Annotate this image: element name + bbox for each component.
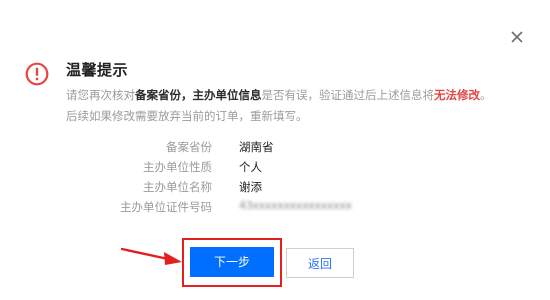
description-line-1: 请您再次核对备案省份，主办单位信息是否有误，验证通过后上述信息将无法修改。 bbox=[66, 85, 536, 106]
dialog-title: 温馨提示 bbox=[66, 61, 129, 79]
desc-strong-org: 主办单位信息 bbox=[192, 88, 262, 102]
info-value: 湖南省 bbox=[239, 140, 274, 154]
annotation-arrow-icon bbox=[120, 247, 182, 265]
desc-strong-province: 备案省份 bbox=[135, 88, 181, 102]
desc-text: 是否有误，验证通过后上述信息将 bbox=[261, 88, 435, 102]
description-line-2: 后续如果修改需要放弃当前的订单，重新填写。 bbox=[66, 109, 308, 123]
exclamation-circle-icon bbox=[25, 62, 49, 86]
annotation-highlight-box bbox=[182, 238, 282, 287]
close-button[interactable] bbox=[509, 29, 525, 45]
desc-text: 请您再次核对 bbox=[66, 88, 135, 102]
info-row-org-type: 主办单位性质 个人 bbox=[0, 159, 550, 178]
desc-comma: ， bbox=[181, 88, 193, 102]
dialog-description: 请您再次核对备案省份，主办单位信息是否有误，验证通过后上述信息将无法修改。 后续… bbox=[66, 85, 536, 127]
close-icon[interactable] bbox=[509, 29, 525, 45]
warning-dialog: 温馨提示 请您再次核对备案省份，主办单位信息是否有误，验证通过后上述信息将无法修… bbox=[0, 0, 550, 300]
info-row-org-name: 主办单位名称 谢添 bbox=[0, 179, 550, 198]
info-label: 备案省份 bbox=[166, 140, 212, 154]
info-label: 主办单位名称 bbox=[143, 180, 212, 194]
info-row-province: 备案省份 湖南省 bbox=[0, 139, 550, 158]
info-value: 谢添 bbox=[239, 180, 262, 194]
info-value: 个人 bbox=[239, 160, 262, 174]
desc-period: 。 bbox=[480, 88, 492, 102]
back-button[interactable]: 返回 bbox=[286, 248, 354, 278]
info-row-org-id: 主办单位证件号码 43xxxxxxxxxxxxxxxx bbox=[0, 199, 550, 218]
info-value-redacted: 43xxxxxxxxxxxxxxxx bbox=[239, 199, 352, 212]
desc-danger: 无法修改 bbox=[434, 88, 480, 102]
info-label: 主办单位性质 bbox=[143, 160, 212, 174]
info-label: 主办单位证件号码 bbox=[120, 200, 212, 214]
